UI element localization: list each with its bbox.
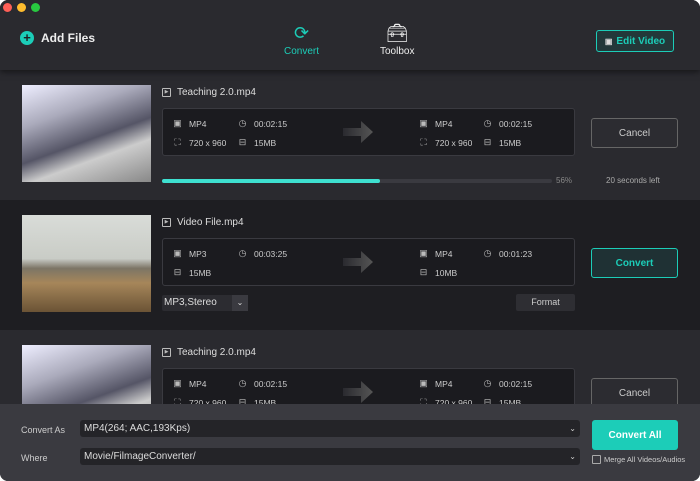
convert-all-button[interactable]: Convert All (592, 420, 678, 450)
progress-percent: 56% (556, 176, 573, 185)
convert-button[interactable]: Convert (591, 248, 678, 278)
checkbox-icon[interactable] (592, 455, 601, 464)
convert-as-value: MP4(264; AAC,193Kps) (84, 423, 191, 434)
clock-icon: ◷ (483, 118, 492, 128)
edit-video-button[interactable]: ▣ Edit Video (596, 30, 674, 52)
target-duration: 00:01:23 (499, 248, 533, 259)
source-format: MP4 (189, 118, 207, 129)
file-name: Teaching 2.0.mp4 (177, 347, 256, 358)
where-value: Movie/FilmageConverter/ (84, 451, 196, 462)
add-files-label: Add Files (41, 31, 96, 45)
conversion-info: ▣ MP3 ◷ 00:03:25 ⊟ 15MB ▣ MP4 ◷ 00:01:23 ⊟ 10M… (162, 238, 575, 286)
resolution-icon: ⛶ (174, 137, 181, 147)
toolbox-icon: 🧰︎ (385, 23, 409, 43)
convert-as-label: Convert As (21, 425, 66, 435)
bottom-bar: Convert As MP4(264; AAC,193Kps) ⌄ Where M… (0, 404, 700, 481)
convert-icon: ⟳ (293, 23, 310, 43)
format-icon: ▣ (419, 248, 428, 258)
clock-icon: ◷ (483, 378, 492, 388)
chevron-down-icon: ⌄ (569, 452, 576, 461)
video-file-icon: ▶ (162, 348, 171, 357)
video-file-icon: ▶ (162, 218, 171, 227)
zoom-window-button[interactable] (31, 3, 40, 12)
target-duration: 00:02:15 (499, 118, 533, 129)
target-size: 15MB (499, 137, 522, 148)
arrow-right-icon (343, 251, 373, 273)
progress-bar (162, 179, 552, 183)
minimize-window-button[interactable] (17, 3, 26, 12)
edit-icon: ▣ (604, 36, 613, 46)
target-format: MP4 (435, 378, 453, 389)
merge-checkbox[interactable]: Merge All Videos/Audios (592, 455, 685, 464)
source-format: MP3 (189, 248, 207, 259)
format-icon: ▣ (419, 378, 428, 388)
format-button[interactable]: Format (516, 294, 575, 311)
source-duration: 00:03:25 (254, 248, 288, 259)
file-item: ▶ Teaching 2.0.mp4 ▣ MP4 ◷ 00:02:15 ⛶ 720 x … (0, 70, 700, 200)
audio-option-value: MP3,Stereo (164, 297, 217, 308)
source-format: MP4 (189, 378, 207, 389)
progress-fill (162, 179, 381, 183)
chevron-down-icon: ⌄ (232, 295, 248, 311)
tab-convert[interactable]: ⟳ Convert (284, 22, 319, 57)
clock-icon: ◷ (483, 248, 492, 258)
tab-label: Convert (284, 46, 320, 57)
size-icon: ⊟ (238, 137, 247, 147)
arrow-right-icon (343, 121, 373, 143)
source-size: 15MB (254, 137, 277, 148)
audio-option-select[interactable]: MP3,Stereo ⌄ (162, 295, 248, 311)
target-format: MP4 (435, 248, 453, 259)
size-icon: ⊟ (483, 137, 492, 147)
chevron-down-icon: ⌄ (569, 424, 576, 433)
plus-icon: + (20, 31, 34, 45)
tab-label: Toolbox (380, 46, 415, 57)
video-thumbnail (22, 215, 151, 312)
format-icon: ▣ (173, 118, 182, 128)
where-select[interactable]: Movie/FilmageConverter/ ⌄ (80, 448, 580, 465)
target-size: 10MB (435, 267, 458, 278)
where-label: Where (21, 453, 48, 463)
add-files-button[interactable]: + Add Files (20, 31, 95, 45)
target-format: MP4 (435, 118, 453, 129)
arrow-right-icon (343, 381, 373, 403)
time-left: 20 seconds left (606, 176, 660, 185)
file-item: ▶ Video File.mp4 ▣ MP3 ◷ 00:03:25 ⊟ 15MB ▣ MP… (0, 200, 700, 330)
convert-as-select[interactable]: MP4(264; AAC,193Kps) ⌄ (80, 420, 580, 437)
source-duration: 00:02:15 (254, 118, 288, 129)
format-icon: ▣ (173, 248, 182, 258)
source-duration: 00:02:15 (254, 378, 288, 389)
header: + Add Files ⟳ Convert 🧰︎ Toolbox ▣ Edit Vide… (0, 0, 700, 70)
clock-icon: ◷ (238, 118, 247, 128)
resolution-icon: ⛶ (420, 137, 427, 147)
format-icon: ▣ (419, 118, 428, 128)
target-duration: 00:02:15 (499, 378, 533, 389)
file-name: Video File.mp4 (177, 217, 244, 228)
format-icon: ▣ (173, 378, 182, 388)
target-resolution: 720 x 960 (435, 137, 473, 148)
conversion-info: ▣ MP4 ◷ 00:02:15 ⛶ 720 x 960 ⊟ 15MB ▣ MP4 ◷ 00… (162, 108, 575, 156)
tab-toolbox[interactable]: 🧰︎ Toolbox (380, 22, 414, 57)
clock-icon: ◷ (238, 378, 247, 388)
file-name: Teaching 2.0.mp4 (177, 87, 256, 98)
merge-label: Merge All Videos/Audios (604, 455, 686, 464)
cancel-button[interactable]: Cancel (591, 118, 678, 148)
edit-video-label: Edit Video (616, 35, 666, 47)
video-file-icon: ▶ (162, 88, 171, 97)
size-icon: ⊟ (419, 267, 428, 277)
size-icon: ⊟ (173, 267, 182, 277)
clock-icon: ◷ (238, 248, 247, 258)
video-thumbnail (22, 85, 151, 182)
close-window-button[interactable] (3, 3, 12, 12)
source-size: 15MB (189, 267, 212, 278)
app-window: + Add Files ⟳ Convert 🧰︎ Toolbox ▣ Edit Vide… (0, 0, 700, 481)
source-resolution: 720 x 960 (189, 137, 227, 148)
